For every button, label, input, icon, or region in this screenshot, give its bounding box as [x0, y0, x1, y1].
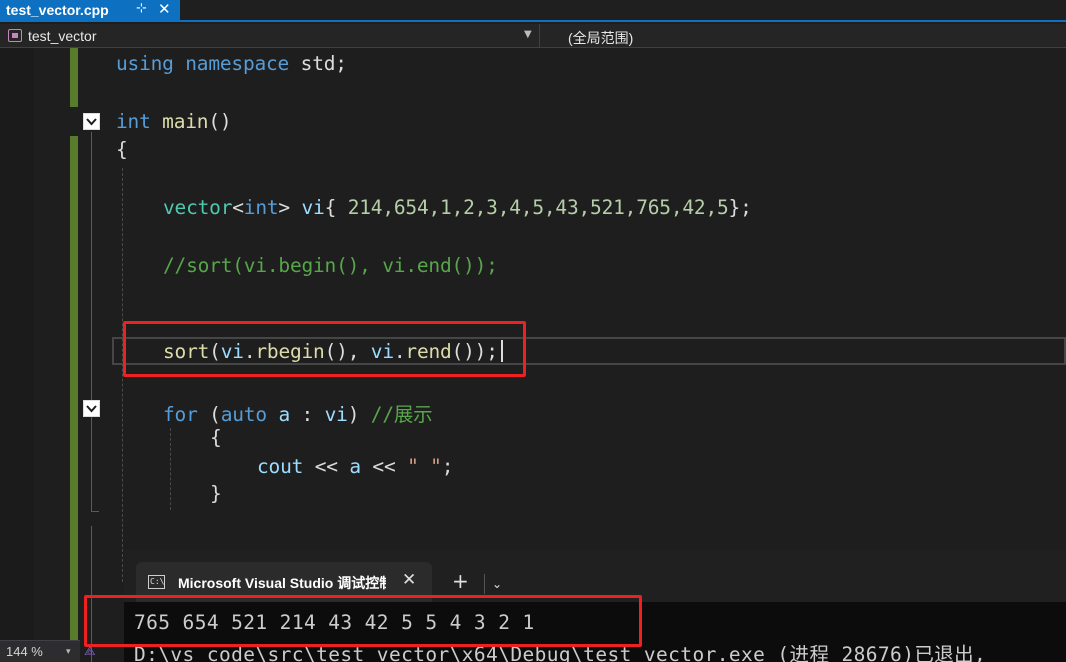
outline-line [91, 132, 92, 512]
document-tab-bar: test_vector.cpp ⊹ ✕ [0, 0, 1066, 22]
code-text: < [232, 196, 244, 219]
function-name: main [162, 110, 209, 133]
visual-studio-icon: ⟁ [84, 644, 96, 659]
zoom-level: 144 % [6, 644, 43, 659]
chevron-down-icon[interactable]: ▼ [524, 29, 532, 40]
code-text: std; [289, 52, 347, 75]
zoom-level-dropdown[interactable]: 144 % ▾ [0, 640, 80, 662]
code-line-main: int main() [116, 110, 232, 133]
annotation-box-output [84, 595, 642, 647]
project-icon [8, 29, 22, 42]
document-tab-title: test_vector.cpp [6, 2, 109, 18]
chevron-down-icon[interactable]: ⌄ [492, 577, 502, 591]
collapse-main-icon[interactable] [83, 113, 100, 130]
new-tab-plus-icon[interactable]: + [452, 569, 469, 593]
console-icon: C:\ [148, 575, 165, 589]
change-indicator [70, 48, 78, 107]
code-line-comment-sort: //sort(vi.begin(), vi.end()); [163, 254, 498, 277]
outline-end [91, 511, 99, 512]
code-line-for: for (auto a : vi) //展示 [163, 398, 433, 427]
code-text: ( [197, 403, 221, 426]
code-text: : [289, 403, 325, 426]
type-name: vector [163, 196, 233, 219]
variable: cout [257, 455, 304, 478]
code-text: ; [441, 455, 454, 478]
editor-gutter [0, 48, 34, 662]
console-icon-text: C:\ [150, 577, 165, 586]
console-title: Microsoft Visual Studio 调试控制台 [178, 575, 386, 591]
code-line-for-close-brace: } [210, 482, 222, 505]
project-scope-dropdown[interactable]: test_vector ▼ [0, 24, 540, 48]
keyword: int [116, 110, 151, 133]
code-text: { [324, 196, 348, 219]
variable: vi [324, 403, 348, 426]
close-icon[interactable]: ✕ [402, 570, 416, 590]
code-text: > [278, 196, 302, 219]
keyword: for [163, 403, 198, 426]
keyword: int [243, 196, 279, 219]
number-list: 214,654,1,2,3,4,5,43,521,765,42,5 [347, 196, 729, 219]
divider [484, 574, 485, 594]
code-text: << [303, 455, 350, 478]
code-line-vector-decl: vector<int> vi{ 214,654,1,2,3,4,5,43,521… [163, 196, 752, 219]
project-scope-label: test_vector [28, 28, 97, 44]
code-text: () [208, 110, 232, 133]
code-text: ) [347, 403, 371, 426]
global-scope-dropdown[interactable]: (全局范围) [568, 28, 633, 48]
collapse-for-icon[interactable] [83, 400, 100, 417]
code-line-for-open-brace: { [210, 426, 222, 449]
string-literal: " " [407, 455, 442, 478]
code-line-open-brace: { [116, 138, 128, 161]
code-text: }; [728, 196, 752, 219]
variable: a [349, 455, 361, 478]
indent-guide [170, 428, 171, 510]
code-line-using: using namespace std; [116, 52, 347, 75]
chevron-down-icon[interactable]: ▾ [66, 647, 71, 657]
change-indicator [70, 136, 78, 662]
variable: a [278, 403, 290, 426]
keyword: auto [220, 403, 267, 426]
document-tab-test-vector[interactable]: test_vector.cpp ⊹ ✕ [0, 0, 180, 20]
keyword: using namespace [116, 52, 290, 75]
variable: vi [301, 196, 325, 219]
pin-icon[interactable]: ⊹ [136, 1, 147, 16]
navigation-bar: test_vector ▼ (全局范围) [0, 24, 1066, 48]
close-icon[interactable]: ✕ [158, 0, 171, 18]
annotation-box-sort [123, 321, 526, 377]
comment: //展示 [370, 403, 433, 426]
code-line-cout: cout << a << " "; [257, 455, 453, 478]
code-text: << [360, 455, 408, 478]
